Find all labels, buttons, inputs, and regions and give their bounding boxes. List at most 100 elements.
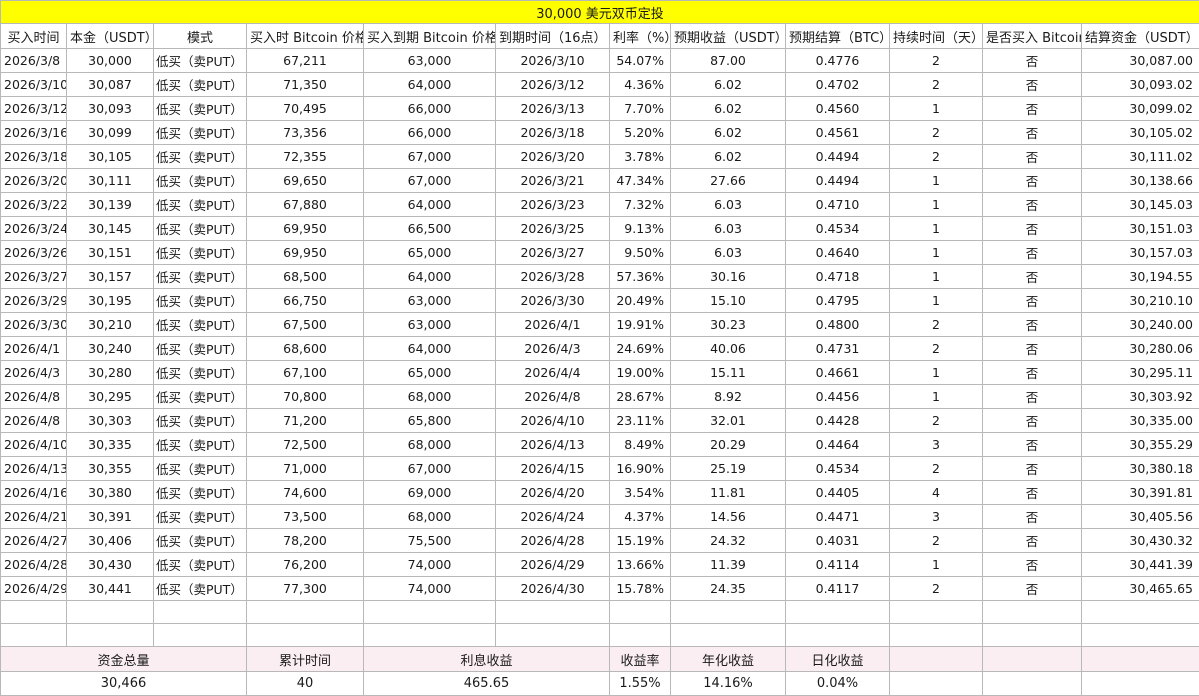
header-cell-buy-date[interactable]: 买入时间 (1, 24, 67, 49)
cell-duration[interactable]: 2 (890, 73, 983, 97)
cell-duration[interactable]: 1 (890, 553, 983, 577)
cell-mode[interactable]: 低买（卖PUT） (154, 49, 247, 73)
cell-rate[interactable]: 28.67% (610, 385, 671, 409)
cell-expected-btc[interactable]: 0.4428 (786, 409, 890, 433)
cell-expiry[interactable]: 2026/3/21 (496, 169, 610, 193)
cell-rate[interactable]: 4.37% (610, 505, 671, 529)
cell-settlement[interactable]: 30,391.81 (1082, 481, 1199, 505)
cell-buy-price[interactable]: 70,495 (247, 97, 364, 121)
cell-expected-btc[interactable]: 0.4640 (786, 241, 890, 265)
cell-buy-price[interactable]: 73,356 (247, 121, 364, 145)
empty-cell[interactable] (983, 672, 1082, 696)
cell-principal[interactable]: 30,335 (67, 433, 154, 457)
cell-mode[interactable]: 低买（卖PUT） (154, 145, 247, 169)
cell-settlement[interactable]: 30,335.00 (1082, 409, 1199, 433)
cell-expected-income[interactable]: 20.29 (671, 433, 786, 457)
cell-principal[interactable]: 30,145 (67, 217, 154, 241)
cell-settlement[interactable]: 30,138.66 (1082, 169, 1199, 193)
cell-expected-btc[interactable]: 0.4114 (786, 553, 890, 577)
cell-duration[interactable]: 2 (890, 529, 983, 553)
cell-mode[interactable]: 低买（卖PUT） (154, 577, 247, 601)
cell-mode[interactable]: 低买（卖PUT） (154, 361, 247, 385)
cell-rate[interactable]: 5.20% (610, 121, 671, 145)
cell-settlement[interactable]: 30,105.02 (1082, 121, 1199, 145)
empty-cell[interactable] (496, 624, 610, 647)
cell-mode[interactable]: 低买（卖PUT） (154, 409, 247, 433)
cell-settlement[interactable]: 30,280.06 (1082, 337, 1199, 361)
cell-expected-income[interactable]: 25.19 (671, 457, 786, 481)
cell-settlement[interactable]: 30,303.92 (1082, 385, 1199, 409)
empty-cell[interactable] (983, 647, 1082, 672)
cell-principal[interactable]: 30,295 (67, 385, 154, 409)
empty-cell[interactable] (786, 624, 890, 647)
cell-expiry[interactable]: 2026/4/28 (496, 529, 610, 553)
summary-value-return-rate[interactable]: 1.55% (610, 672, 671, 696)
cell-settlement[interactable]: 30,430.32 (1082, 529, 1199, 553)
cell-rate[interactable]: 19.00% (610, 361, 671, 385)
cell-strike-price[interactable]: 63,000 (364, 49, 496, 73)
cell-duration[interactable]: 1 (890, 97, 983, 121)
cell-strike-price[interactable]: 64,000 (364, 337, 496, 361)
cell-strike-price[interactable]: 65,800 (364, 409, 496, 433)
cell-strike-price[interactable]: 67,000 (364, 169, 496, 193)
cell-expiry[interactable]: 2026/4/13 (496, 433, 610, 457)
cell-expected-income[interactable]: 30.16 (671, 265, 786, 289)
cell-buy-date[interactable]: 2026/3/27 (1, 265, 67, 289)
cell-expiry[interactable]: 2026/4/29 (496, 553, 610, 577)
cell-principal[interactable]: 30,210 (67, 313, 154, 337)
cell-settlement[interactable]: 30,194.55 (1082, 265, 1199, 289)
cell-settlement[interactable]: 30,405.56 (1082, 505, 1199, 529)
cell-expiry[interactable]: 2026/4/15 (496, 457, 610, 481)
cell-settlement[interactable]: 30,087.00 (1082, 49, 1199, 73)
cell-strike-price[interactable]: 66,000 (364, 97, 496, 121)
header-cell-strike-price[interactable]: 买入到期 Bitcoin 价格 (364, 24, 496, 49)
empty-cell[interactable] (610, 624, 671, 647)
cell-buy-date[interactable]: 2026/3/26 (1, 241, 67, 265)
cell-duration[interactable]: 1 (890, 241, 983, 265)
cell-mode[interactable]: 低买（卖PUT） (154, 337, 247, 361)
cell-strike-price[interactable]: 74,000 (364, 553, 496, 577)
cell-buy-price[interactable]: 71,200 (247, 409, 364, 433)
cell-strike-price[interactable]: 67,000 (364, 145, 496, 169)
cell-expiry[interactable]: 2026/4/8 (496, 385, 610, 409)
cell-bought-btc[interactable]: 否 (983, 265, 1082, 289)
cell-expected-btc[interactable]: 0.4405 (786, 481, 890, 505)
cell-strike-price[interactable]: 68,000 (364, 385, 496, 409)
cell-principal[interactable]: 30,087 (67, 73, 154, 97)
cell-rate[interactable]: 8.49% (610, 433, 671, 457)
cell-buy-price[interactable]: 67,500 (247, 313, 364, 337)
cell-buy-date[interactable]: 2026/3/30 (1, 313, 67, 337)
cell-duration[interactable]: 2 (890, 337, 983, 361)
cell-duration[interactable]: 2 (890, 121, 983, 145)
cell-mode[interactable]: 低买（卖PUT） (154, 193, 247, 217)
cell-rate[interactable]: 23.11% (610, 409, 671, 433)
cell-settlement[interactable]: 30,111.02 (1082, 145, 1199, 169)
cell-buy-price[interactable]: 72,355 (247, 145, 364, 169)
cell-principal[interactable]: 30,240 (67, 337, 154, 361)
cell-principal[interactable]: 30,430 (67, 553, 154, 577)
cell-duration[interactable]: 1 (890, 217, 983, 241)
cell-mode[interactable]: 低买（卖PUT） (154, 457, 247, 481)
cell-rate[interactable]: 9.13% (610, 217, 671, 241)
cell-bought-btc[interactable]: 否 (983, 361, 1082, 385)
empty-cell[interactable] (983, 601, 1082, 624)
cell-expiry[interactable]: 2026/4/1 (496, 313, 610, 337)
empty-cell[interactable] (671, 601, 786, 624)
cell-expiry[interactable]: 2026/3/13 (496, 97, 610, 121)
cell-bought-btc[interactable]: 否 (983, 217, 1082, 241)
cell-expiry[interactable]: 2026/4/10 (496, 409, 610, 433)
cell-bought-btc[interactable]: 否 (983, 505, 1082, 529)
cell-expiry[interactable]: 2026/3/10 (496, 49, 610, 73)
cell-expected-btc[interactable]: 0.4561 (786, 121, 890, 145)
cell-settlement[interactable]: 30,441.39 (1082, 553, 1199, 577)
cell-strike-price[interactable]: 75,500 (364, 529, 496, 553)
cell-expected-income[interactable]: 6.03 (671, 193, 786, 217)
cell-principal[interactable]: 30,280 (67, 361, 154, 385)
summary-value-total-capital[interactable]: 30,466 (1, 672, 247, 696)
cell-expected-btc[interactable]: 0.4494 (786, 145, 890, 169)
cell-expected-income[interactable]: 11.39 (671, 553, 786, 577)
cell-bought-btc[interactable]: 否 (983, 481, 1082, 505)
cell-mode[interactable]: 低买（卖PUT） (154, 553, 247, 577)
cell-strike-price[interactable]: 68,000 (364, 505, 496, 529)
cell-mode[interactable]: 低买（卖PUT） (154, 241, 247, 265)
